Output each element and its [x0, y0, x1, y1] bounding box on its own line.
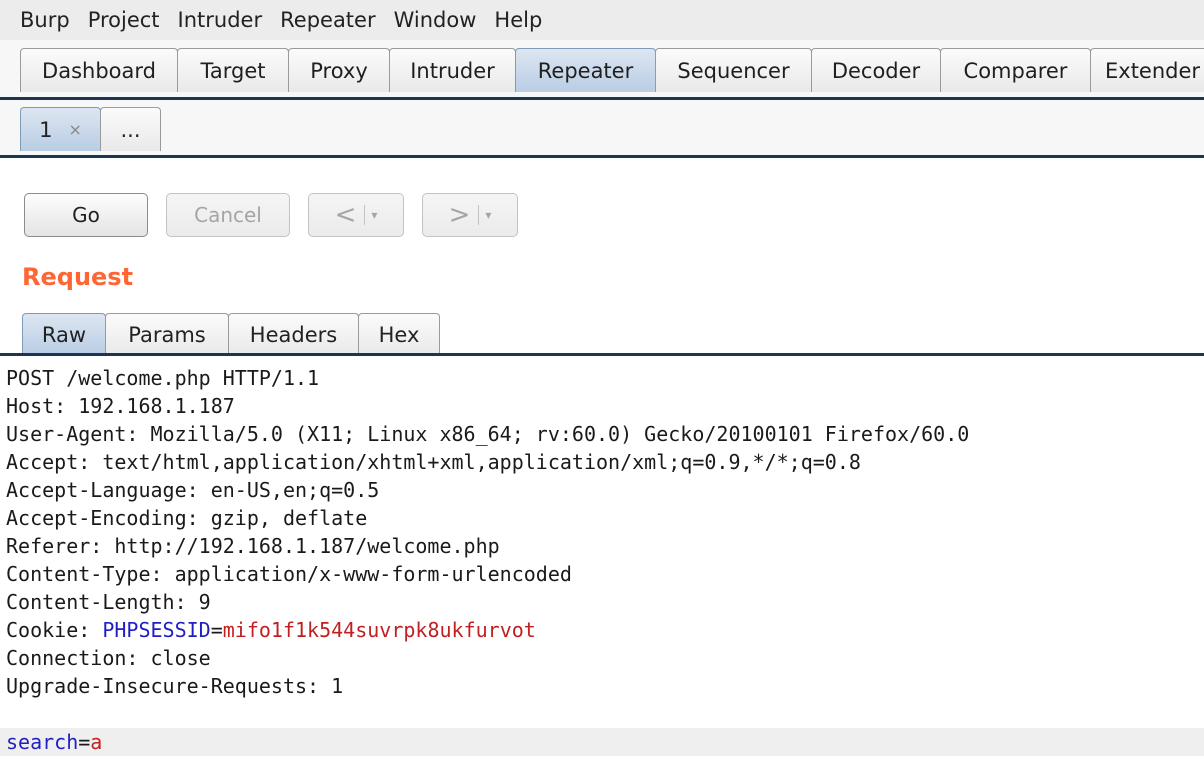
repeater-tab-1[interactable]: 1 × [20, 107, 101, 151]
header-accept-encoding: Accept-Encoding: gzip, deflate [6, 506, 368, 530]
tab-dashboard[interactable]: Dashboard [20, 48, 178, 92]
tab-params[interactable]: Params [105, 313, 229, 355]
header-content-type: Content-Type: application/x-www-form-url… [6, 562, 572, 586]
tab-comparer[interactable]: Comparer [940, 48, 1091, 92]
cookie-equals: = [210, 618, 223, 642]
header-referer: Referer: http://192.168.1.187/welcome.ph… [6, 534, 500, 558]
menu-project[interactable]: Project [88, 8, 160, 32]
menu-help[interactable]: Help [494, 8, 542, 32]
request-tab-divider [0, 353, 1204, 356]
main-tab-bar: Dashboard Target Proxy Intruder Repeater… [0, 40, 1204, 100]
tab-intruder[interactable]: Intruder [389, 48, 516, 92]
cookie-prefix: Cookie: [6, 618, 103, 642]
button-separator [364, 205, 366, 225]
menu-intruder[interactable]: Intruder [178, 8, 263, 32]
tab-raw[interactable]: Raw [22, 313, 106, 355]
body-param-name: search [6, 730, 79, 754]
menu-bar: Burp Project Intruder Repeater Window He… [0, 0, 1204, 40]
tab-hex[interactable]: Hex [358, 313, 440, 355]
body-param-value: a [90, 730, 103, 754]
header-accept: Accept: text/html,application/xhtml+xml,… [6, 450, 861, 474]
chevron-right-icon: > [448, 200, 471, 230]
cookie-name: PHPSESSID [102, 618, 211, 642]
tab-decoder[interactable]: Decoder [811, 48, 941, 92]
button-separator [478, 205, 480, 225]
header-cookie: Cookie: PHPSESSID=mifo1f1k544suvrpk8ukfu… [0, 616, 1204, 644]
close-icon[interactable]: × [68, 120, 81, 139]
tab-target[interactable]: Target [177, 48, 289, 92]
tab-headers[interactable]: Headers [228, 313, 359, 355]
go-button[interactable]: Go [24, 193, 148, 237]
chevron-down-icon[interactable]: ▾ [371, 208, 377, 222]
menu-burp[interactable]: Burp [20, 8, 70, 32]
menu-window[interactable]: Window [394, 8, 477, 32]
header-content-length: Content-Length: 9 [6, 590, 211, 614]
tab-proxy[interactable]: Proxy [288, 48, 390, 92]
tab-repeater[interactable]: Repeater [515, 48, 656, 92]
repeater-tab-divider [0, 155, 1204, 158]
cancel-button[interactable]: Cancel [166, 193, 290, 237]
back-button[interactable]: < ▾ [308, 193, 404, 237]
header-user-agent: User-Agent: Mozilla/5.0 (X11; Linux x86_… [6, 422, 970, 446]
menu-repeater[interactable]: Repeater [280, 8, 375, 32]
header-host: Host: 192.168.1.187 [6, 394, 235, 418]
header-connection: Connection: close [6, 646, 211, 670]
chevron-down-icon[interactable]: ▾ [485, 208, 491, 222]
repeater-tab-bar: 1 × ... [0, 100, 1204, 158]
tab-sequencer[interactable]: Sequencer [655, 48, 812, 92]
repeater-tab-label: 1 [39, 117, 53, 142]
request-title: Request [22, 263, 134, 291]
header-upgrade-insecure: Upgrade-Insecure-Requests: 1 [6, 674, 344, 698]
forward-button[interactable]: > ▾ [422, 193, 518, 237]
cookie-value: mifo1f1k544suvrpk8ukfurvot [222, 618, 536, 642]
chevron-left-icon: < [334, 200, 357, 230]
request-line: POST /welcome.php HTTP/1.1 [6, 366, 320, 390]
header-accept-language: Accept-Language: en-US,en;q=0.5 [6, 478, 380, 502]
raw-request-editor[interactable]: POST /welcome.php HTTP/1.1 Host: 192.168… [0, 364, 1204, 764]
repeater-new-tab[interactable]: ... [100, 107, 161, 151]
request-tab-bar: Raw Params Headers Hex [22, 313, 440, 355]
tab-extender[interactable]: Extender [1090, 48, 1204, 92]
request-body-line: search=a [0, 728, 1204, 756]
body-param-equals: = [78, 730, 91, 754]
